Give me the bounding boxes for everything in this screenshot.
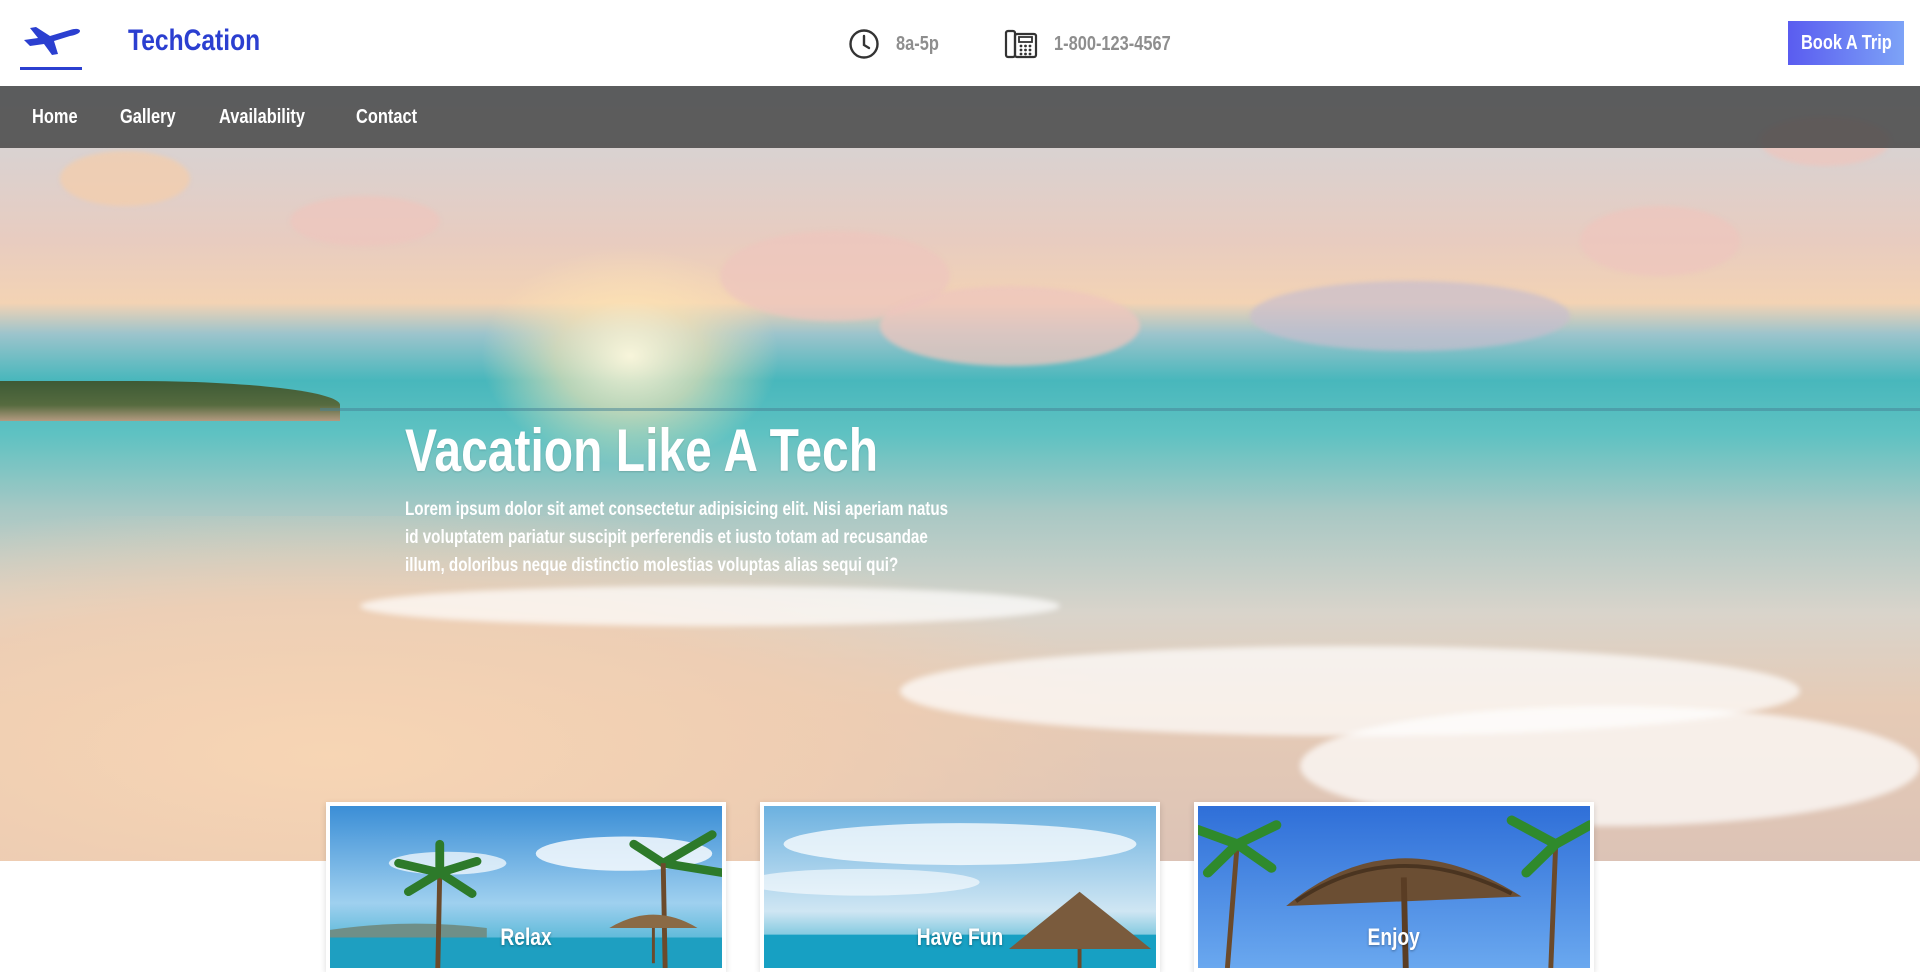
feature-cards: Relax Have Fun Enjoy [326,802,1628,972]
phone-info: 1-800-123-4567 [1004,29,1196,59]
nav-gallery[interactable]: Gallery [120,106,176,129]
main-navbar: Home Gallery Availability Contact [0,86,1920,148]
phone-icon [1004,29,1038,59]
hero-cloud [1250,281,1570,351]
card-relax[interactable]: Relax [326,802,726,972]
phone-text: 1-800-123-4567 [1054,32,1171,55]
card-enjoy-label: Enjoy [1367,924,1421,951]
airplane-icon [20,14,82,70]
hero-foam [360,586,1060,626]
nav-home[interactable]: Home [32,106,78,129]
book-trip-button[interactable]: Book A Trip [1788,21,1904,65]
hero-island [0,381,340,421]
hero-section: Home Gallery Availability Contact Vacati… [0,86,1920,861]
book-trip-label: Book A Trip [1800,31,1892,54]
hero-horizon [320,408,1920,411]
hero-cloud [60,151,190,206]
brand-logo-link[interactable]: TechCation [20,14,260,70]
hero-body: Lorem ipsum dolor sit amet consectetur a… [405,499,949,576]
card-have-fun[interactable]: Have Fun [760,802,1160,972]
brand-name: TechCation [128,24,261,57]
nav-availability[interactable]: Availability [219,106,305,129]
nav-contact[interactable]: Contact [356,106,417,129]
card-relax-label: Relax [500,924,552,951]
contact-info: 8a-5p 1-800-123-4567 [848,24,1253,64]
hero-cloud [290,196,440,246]
card-enjoy[interactable]: Enjoy [1194,802,1594,972]
hours-info: 8a-5p [848,28,948,60]
top-header: TechCation 8a-5p 1-800-123-4567 Book A T… [0,0,1920,86]
card-have-fun-label: Have Fun [916,924,1004,951]
hero-title: Vacation Like A Tech [405,417,879,484]
hero-cloud [1580,206,1740,276]
hours-text: 8a-5p [896,32,939,55]
clock-icon [848,28,880,60]
hero-cloud [880,286,1140,366]
